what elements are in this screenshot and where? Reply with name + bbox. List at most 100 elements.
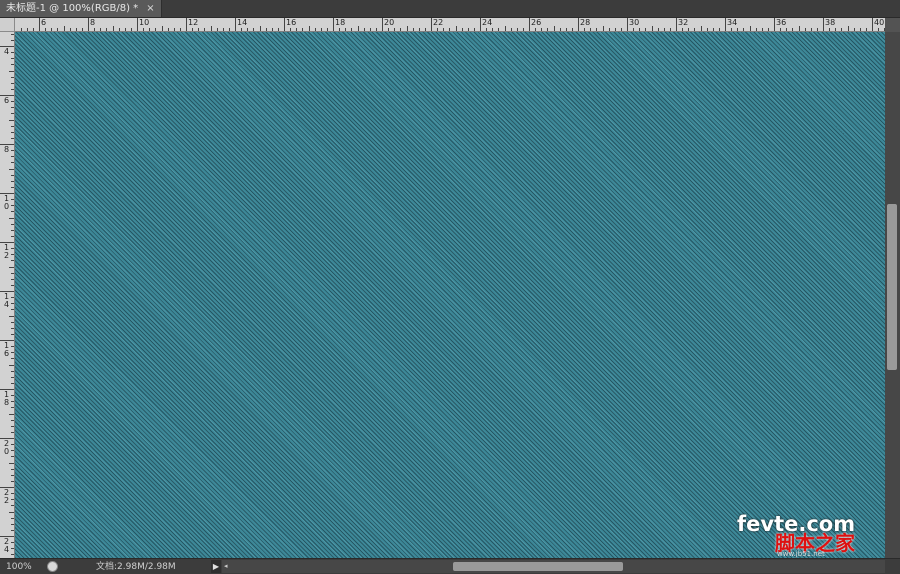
ruler-v-tick xyxy=(9,119,14,121)
ruler-h-tick xyxy=(320,28,322,31)
ruler-h-tick xyxy=(69,28,71,31)
ruler-v-tick xyxy=(11,419,14,421)
document-canvas[interactable] xyxy=(15,32,885,558)
ruler-h-tick xyxy=(780,28,782,31)
ruler-v-tick xyxy=(11,401,14,403)
ruler-v-tick xyxy=(11,205,14,207)
ruler-h-tick xyxy=(486,28,488,31)
ruler-h-tick xyxy=(75,28,77,31)
ruler-h-tick xyxy=(363,28,365,31)
horizontal-ruler[interactable]: 6 8 10 12 14 16 18 20 22 24 26 28 30 32 34 36 38 40 xyxy=(15,18,885,32)
close-tab-icon[interactable]: × xyxy=(146,0,154,17)
document-tab[interactable]: 未标题-1 @ 100%(RGB/8) * × xyxy=(0,0,162,17)
ruler-v-tick xyxy=(11,39,14,41)
ruler-h-tick xyxy=(492,28,494,31)
vertical-ruler[interactable]: 4 6 8 10 12 14 16 18 20 22 24 xyxy=(0,32,15,558)
ruler-h-tick xyxy=(143,28,145,31)
ruler-v-tick xyxy=(11,505,14,507)
horizontal-scroll-thumb[interactable] xyxy=(453,562,623,571)
ruler-v-tick xyxy=(11,444,14,446)
status-info-icon[interactable] xyxy=(47,561,58,572)
ruler-h-label: 26 xyxy=(531,18,542,27)
ruler-h-label: 34 xyxy=(727,18,738,27)
ruler-v-tick xyxy=(11,235,14,237)
ruler-v-tick xyxy=(11,554,14,556)
ruler-v-tick xyxy=(11,346,14,348)
ruler-v-label: 24 xyxy=(3,537,10,554)
ruler-h-tick xyxy=(437,28,439,31)
ruler-h-tick xyxy=(467,28,469,31)
ruler-h-tick xyxy=(792,28,794,31)
ruler-h-tick xyxy=(633,28,635,31)
ruler-v-tick xyxy=(11,376,14,378)
ruler-h-tick xyxy=(841,28,843,31)
vertical-scrollbar[interactable] xyxy=(885,32,900,558)
ruler-v-tick xyxy=(11,174,14,176)
ruler-v-label: 14 xyxy=(3,292,10,309)
ruler-h-tick xyxy=(284,18,285,31)
ruler-h-tick xyxy=(81,28,83,31)
ruler-h-label: 22 xyxy=(433,18,444,27)
ruler-h-tick xyxy=(253,28,255,31)
ruler-h-tick xyxy=(529,18,530,31)
ruler-v-tick xyxy=(11,480,14,482)
status-menu-arrow-icon[interactable]: ▶ xyxy=(211,560,221,573)
zoom-level[interactable]: 100% xyxy=(6,561,32,573)
ruler-v-tick xyxy=(11,352,14,354)
ruler-h-tick xyxy=(222,28,224,31)
ruler-h-tick xyxy=(412,28,414,31)
ruler-h-tick xyxy=(333,18,334,31)
ruler-v-tick xyxy=(11,260,14,262)
ruler-h-tick xyxy=(400,28,402,31)
ruler-h-tick xyxy=(357,26,359,31)
ruler-h-tick xyxy=(755,28,757,31)
ruler-h-tick xyxy=(547,28,549,31)
ruler-h-tick xyxy=(774,18,775,31)
ruler-h-tick xyxy=(541,28,543,31)
ruler-h-tick xyxy=(731,28,733,31)
ruler-h-tick xyxy=(124,28,126,31)
ruler-h-tick xyxy=(382,18,383,31)
ruler-v-tick xyxy=(11,33,14,35)
watermark-url-text: www.jb51.net xyxy=(777,550,825,558)
ruler-h-tick xyxy=(602,26,604,31)
ruler-h-tick xyxy=(498,28,500,31)
ruler-h-tick xyxy=(627,18,628,31)
ruler-h-label: 8 xyxy=(90,18,96,27)
ruler-v-label: 6 xyxy=(3,96,10,105)
ruler-h-tick xyxy=(645,28,647,31)
ruler-h-label: 14 xyxy=(237,18,248,27)
ruler-h-label: 20 xyxy=(384,18,395,27)
ruler-h-tick xyxy=(130,28,132,31)
ruler-h-tick xyxy=(480,18,481,31)
document-tab-title: 未标题-1 @ 100%(RGB/8) * xyxy=(6,3,139,14)
ruler-h-tick xyxy=(565,28,567,31)
ruler-h-tick xyxy=(461,28,463,31)
ruler-h-tick xyxy=(510,28,512,31)
ruler-h-tick xyxy=(216,28,218,31)
ruler-v-tick xyxy=(9,168,14,170)
ruler-h-tick xyxy=(761,28,763,31)
ruler-h-tick xyxy=(179,28,181,31)
ruler-v-tick xyxy=(11,125,14,127)
ruler-v-tick xyxy=(11,425,14,427)
horizontal-scrollbar[interactable]: ◂ xyxy=(222,560,885,573)
ruler-h-tick xyxy=(118,28,120,31)
ruler-h-tick xyxy=(290,28,292,31)
ruler-h-tick xyxy=(614,28,616,31)
ruler-v-tick xyxy=(9,70,14,72)
ruler-h-tick xyxy=(535,28,537,31)
ruler-h-tick xyxy=(351,28,353,31)
ruler-h-tick xyxy=(473,28,475,31)
ruler-v-tick xyxy=(11,517,14,519)
ruler-h-tick xyxy=(271,28,273,31)
scroll-left-arrow-icon[interactable]: ◂ xyxy=(224,560,228,573)
ruler-h-tick xyxy=(418,28,420,31)
ruler-h-tick xyxy=(20,28,22,31)
vertical-scroll-thumb[interactable] xyxy=(887,204,897,370)
ruler-origin-corner[interactable] xyxy=(0,18,15,32)
ruler-h-label: 18 xyxy=(335,18,346,27)
ruler-h-label: 12 xyxy=(188,18,199,27)
ruler-v-tick xyxy=(11,450,14,452)
ruler-h-tick xyxy=(394,28,396,31)
